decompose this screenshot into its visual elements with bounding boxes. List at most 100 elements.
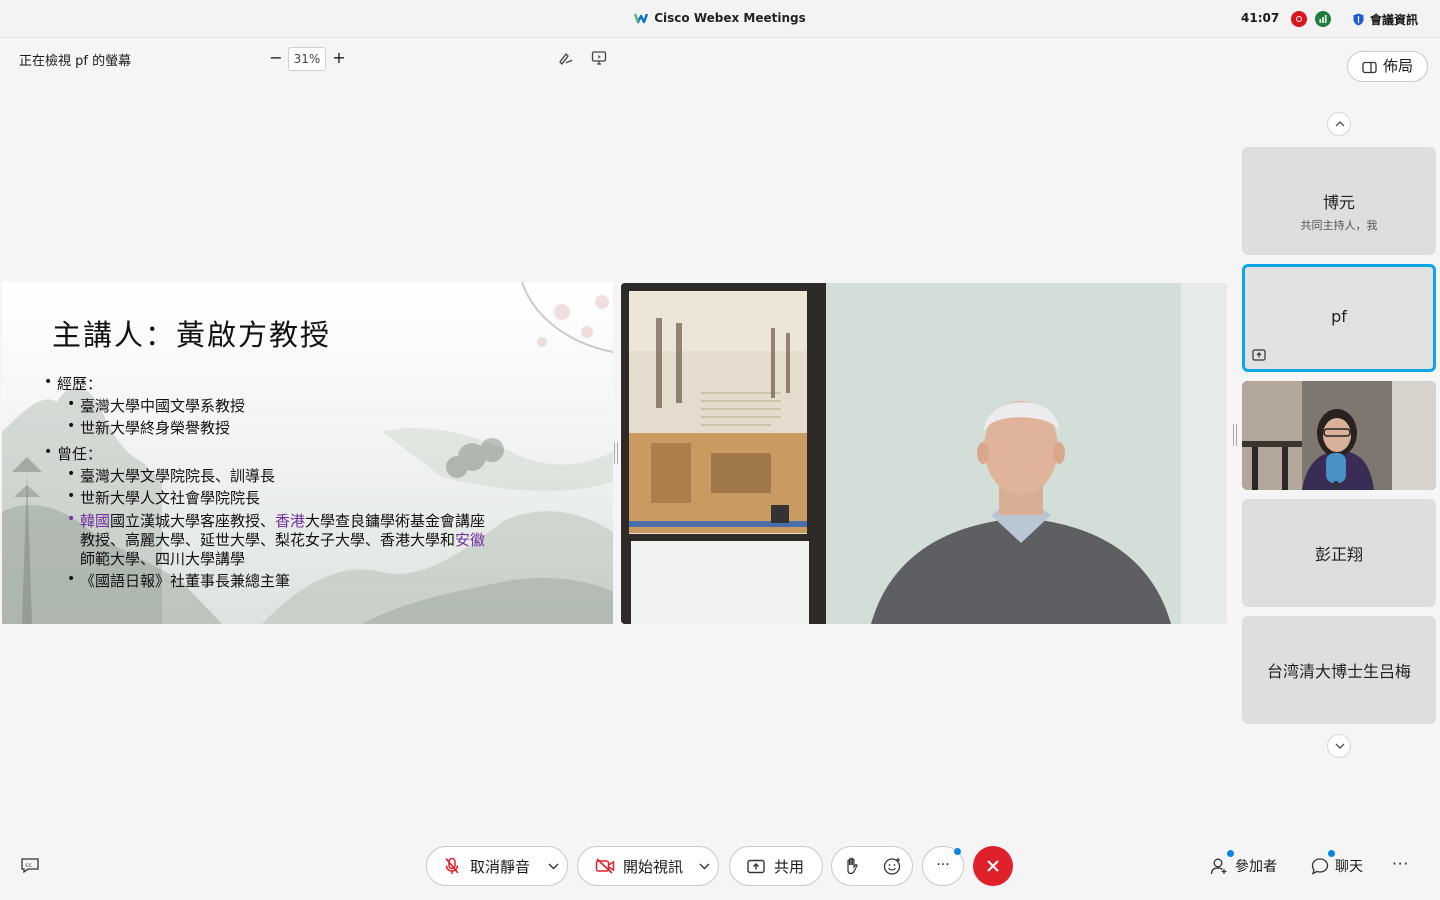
layout-label: 佈局	[1382, 57, 1413, 75]
participant-tile[interactable]: 博元 共同主持人，我	[1242, 147, 1436, 255]
slide-list-item: 世新大學人文社會學院院長	[80, 489, 261, 507]
bullet-icon: •	[67, 466, 76, 482]
video-control: 開始視訊	[577, 846, 719, 886]
bullet-icon: •	[67, 488, 76, 504]
participant-name: 彭正翔	[1314, 545, 1363, 564]
chat-icon	[1311, 858, 1329, 875]
microphone-muted-icon	[445, 857, 459, 874]
video-options-button[interactable]	[694, 847, 719, 885]
app-title: Cisco Webex Meetings	[0, 11, 1440, 25]
notification-dot-icon	[1328, 850, 1335, 857]
participant-role: 共同主持人，我	[1300, 219, 1378, 232]
bullet-icon: •	[67, 511, 76, 527]
reactions-button[interactable]	[872, 847, 913, 885]
slide-list-item: 世新大學終身榮譽教授	[80, 419, 231, 437]
bullet-icon: •	[67, 396, 76, 412]
participant-name: pf	[1331, 307, 1347, 326]
share-screen-icon	[747, 859, 765, 873]
slide-section-experience: 經歷：	[57, 375, 103, 393]
participants-label: 參加者	[1235, 859, 1277, 875]
panel-drag-handle[interactable]	[1233, 424, 1237, 446]
app-title-text: Cisco Webex Meetings	[654, 11, 806, 25]
unmute-control: 取消靜音	[426, 846, 568, 886]
scroll-up-button[interactable]	[1327, 112, 1351, 136]
zoom-out-button[interactable]: −	[268, 47, 284, 69]
bullet-icon: •	[44, 374, 53, 390]
participant-tile[interactable]: 台湾清大博士生吕梅	[1242, 616, 1436, 724]
video-off-icon	[595, 858, 615, 874]
active-speaker-video	[621, 283, 1227, 624]
chevron-down-icon	[699, 863, 710, 870]
share-button[interactable]: 共用	[729, 846, 823, 886]
raise-hand-button[interactable]	[832, 847, 872, 885]
meeting-info-label: 會議資訊	[1370, 13, 1419, 27]
signal-bars-icon	[1319, 15, 1327, 23]
bullet-icon: •	[67, 571, 76, 587]
scroll-down-button[interactable]	[1327, 734, 1351, 758]
bullet-icon: •	[67, 418, 76, 434]
slide-list-item: 臺灣大學中國文學系教授	[80, 397, 246, 415]
highlight-text: 韓國	[80, 512, 111, 530]
participant-tile-presenter[interactable]: pf	[1242, 264, 1436, 372]
slide-list-item-continued: 教授、高麗大學、延世大學、梨花女子大學、香港大學和安徽	[80, 529, 485, 550]
participants-button[interactable]: 參加者	[1210, 856, 1277, 876]
leave-meeting-button[interactable]	[973, 846, 1013, 886]
unmute-button[interactable]: 取消靜音	[427, 846, 543, 886]
webex-logo-icon	[634, 13, 649, 24]
highlight-text: 香港	[275, 512, 306, 530]
slide-list-item: 臺灣大學文學院院長、訓導長	[80, 467, 276, 485]
participant-tile[interactable]: 彭正翔	[1242, 499, 1436, 607]
network-signal-icon[interactable]	[1315, 11, 1331, 27]
emoji-icon	[883, 858, 901, 875]
more-panels-button[interactable]: ···	[1392, 855, 1409, 873]
chevron-down-icon	[548, 863, 559, 870]
raise-hand-icon	[847, 857, 858, 875]
shield-icon	[1353, 13, 1364, 26]
chevron-up-icon	[1335, 121, 1345, 127]
title-bar: Cisco Webex Meetings 41:07 會議資訊	[0, 0, 1440, 38]
slide-section-former: 曾任：	[57, 445, 103, 463]
audio-options-button[interactable]	[543, 847, 568, 885]
layout-button[interactable]: 佈局	[1347, 51, 1428, 82]
viewing-screen-label: 正在檢視 pf 的螢幕	[19, 54, 132, 69]
slide-text-run: 教授、高麗大學、延世大學、梨花女子大學、香港大學和	[80, 531, 456, 549]
start-video-label: 開始視訊	[623, 857, 684, 876]
close-icon	[987, 860, 999, 872]
recording-icon[interactable]	[1291, 11, 1307, 27]
bullet-icon: •	[44, 444, 53, 460]
svg-text:cc: cc	[25, 862, 32, 869]
notification-dot-icon	[1227, 850, 1234, 857]
meeting-info-button[interactable]: 會議資訊	[1353, 11, 1418, 28]
participants-icon	[1210, 858, 1227, 875]
participant-name: 台湾清大博士生吕梅	[1266, 662, 1411, 681]
participant-name: 博元	[1322, 193, 1355, 212]
chat-button[interactable]: 聊天	[1311, 856, 1363, 876]
notification-dot-icon	[954, 848, 961, 855]
slide-text-run: 大學查良鏞學術基金會講座	[305, 512, 486, 530]
highlight-text: 安徽	[455, 531, 486, 549]
annotate-icon[interactable]	[557, 50, 575, 66]
zoom-in-button[interactable]: +	[331, 47, 347, 69]
start-video-button[interactable]: 開始視訊	[578, 846, 694, 886]
closed-captions-icon[interactable]: cc	[20, 857, 40, 874]
slide-title: 主講人：黃啟方教授	[52, 318, 332, 352]
share-label: 共用	[774, 857, 805, 876]
zoom-level-field[interactable]: 31%	[288, 47, 326, 71]
unmute-label: 取消靜音	[470, 857, 531, 876]
slide-list-item: 韓國國立漢城大學客座教授、香港大學查良鏞學術基金會講座	[80, 510, 485, 531]
split-drag-handle[interactable]	[614, 442, 618, 464]
slide-list-item-continued: 師範大學、四川大學講學	[80, 550, 246, 568]
request-control-icon[interactable]	[591, 50, 607, 66]
sharing-screen-icon	[1252, 349, 1266, 361]
chat-label: 聊天	[1335, 859, 1363, 875]
participant-video-frame	[1242, 381, 1436, 490]
slide-text-run: 國立漢城大學客座教授、	[110, 512, 276, 530]
meeting-timer: 41:07	[1241, 11, 1280, 25]
speaker-video-frame	[621, 283, 1227, 624]
shared-slide: 主講人：黃啟方教授 • 經歷： • 臺灣大學中國文學系教授 • 世新大學終身榮譽…	[2, 282, 613, 624]
chevron-down-icon	[1335, 743, 1345, 749]
layout-icon	[1362, 61, 1377, 74]
participant-video-tile[interactable]	[1242, 381, 1436, 490]
slide-list-item: 《國語日報》社董事長兼總主筆	[80, 572, 291, 590]
reactions-group	[831, 846, 913, 886]
